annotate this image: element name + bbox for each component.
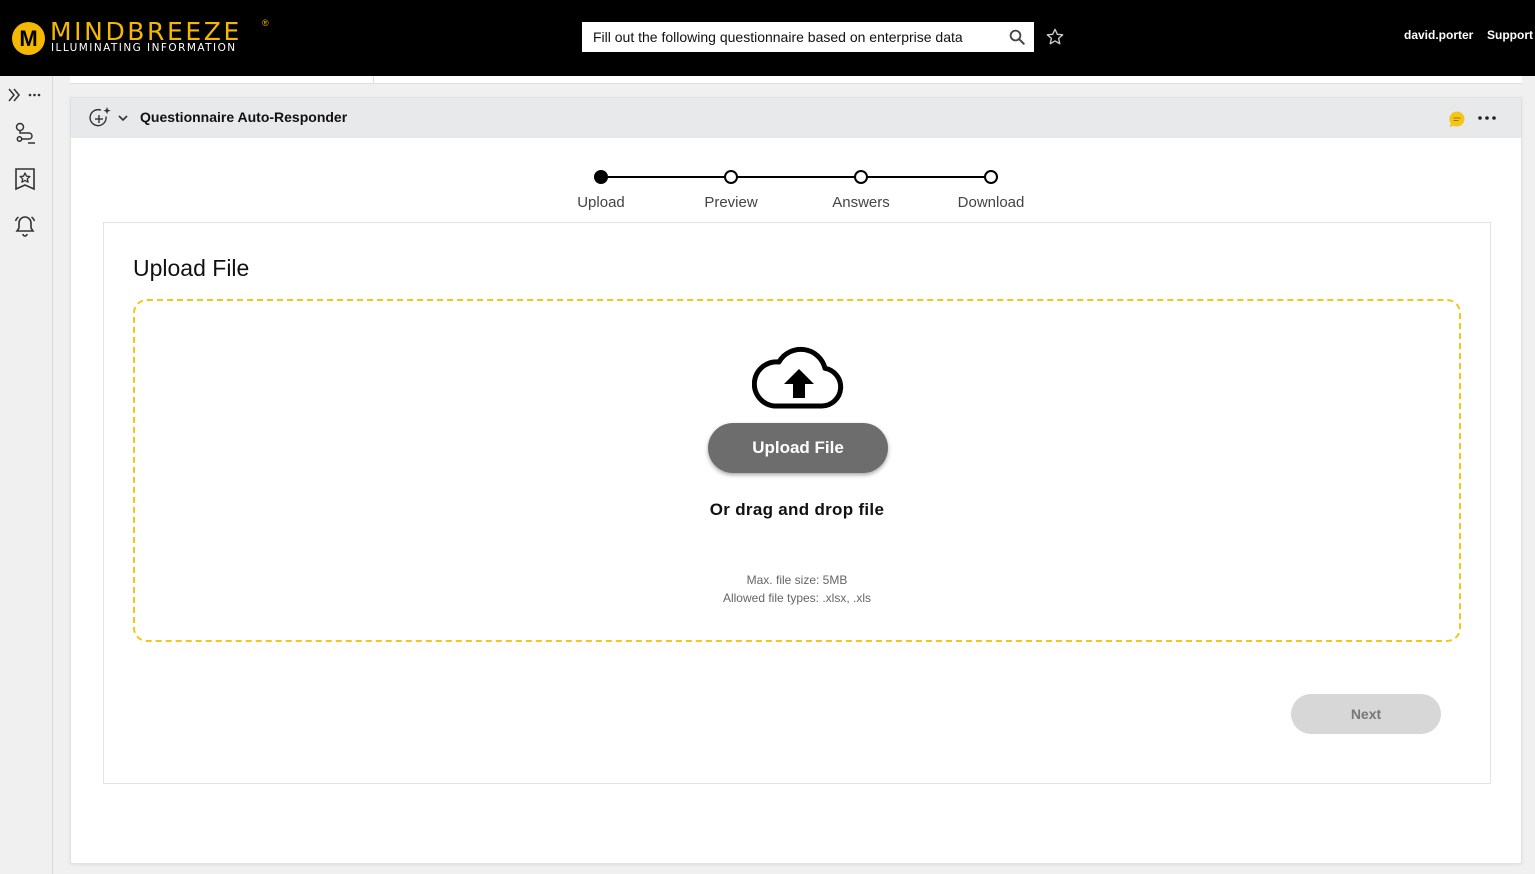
step-label-upload: Upload — [577, 194, 625, 211]
mindbreeze-logo[interactable]: M MINDBREEZE ® ILLUMINATING INFORMATION — [12, 18, 282, 58]
chat-bubble-icon[interactable] — [1448, 110, 1466, 128]
step-label-download: Download — [957, 194, 1025, 211]
expand-more-icon[interactable] — [8, 86, 44, 104]
file-dropzone[interactable]: Upload File Or drag and drop file Max. f… — [133, 299, 1461, 642]
user-name-link[interactable]: david.porter — [1404, 28, 1473, 42]
search-input[interactable] — [582, 22, 994, 52]
widget-header: Questionnaire Auto-Responder — [71, 98, 1521, 138]
left-sidebar — [0, 76, 53, 874]
max-file-size-text: Max. file size: 5MB — [746, 573, 848, 587]
step-label-answers: Answers — [832, 194, 890, 211]
top-bar: M MINDBREEZE ® ILLUMINATING INFORMATION … — [0, 0, 1535, 76]
logo-registered-mark: ® — [262, 18, 269, 28]
next-button[interactable]: Next — [1291, 694, 1441, 734]
step-dot-download — [984, 170, 998, 184]
logo-mark: M — [12, 22, 45, 55]
bell-icon[interactable] — [13, 214, 37, 238]
search-icon[interactable] — [1008, 28, 1026, 46]
cloud-upload-icon — [752, 346, 844, 409]
step-label-preview: Preview — [704, 194, 758, 211]
stepper-line — [608, 176, 998, 178]
upload-panel: Upload File Upload File Or drag and drop… — [103, 222, 1491, 784]
support-link[interactable]: Support — [1487, 28, 1533, 42]
ai-sparkle-icon[interactable] — [88, 106, 112, 130]
drag-drop-text: Or drag and drop file — [709, 500, 885, 519]
questionnaire-widget: Questionnaire Auto-Responder Upload Prev… — [70, 97, 1522, 864]
strip-divider — [373, 76, 374, 84]
allowed-types-text: Allowed file types: .xlsx, .xls — [722, 591, 872, 605]
favorite-star-icon[interactable] — [1045, 27, 1065, 47]
bookmark-star-icon[interactable] — [13, 167, 37, 191]
chevron-down-icon[interactable] — [117, 112, 129, 124]
widget-title: Questionnaire Auto-Responder — [140, 109, 348, 125]
step-dot-answers — [854, 170, 868, 184]
more-options-icon[interactable] — [1476, 107, 1498, 129]
logo-tagline: ILLUMINATING INFORMATION — [51, 42, 237, 54]
search-box — [582, 22, 1034, 52]
step-dot-preview — [724, 170, 738, 184]
upload-file-button[interactable]: Upload File — [708, 423, 888, 473]
route-icon[interactable] — [13, 121, 37, 145]
previous-widget-strip — [70, 76, 1522, 84]
step-dot-upload — [594, 170, 608, 184]
panel-title: Upload File — [133, 255, 250, 281]
